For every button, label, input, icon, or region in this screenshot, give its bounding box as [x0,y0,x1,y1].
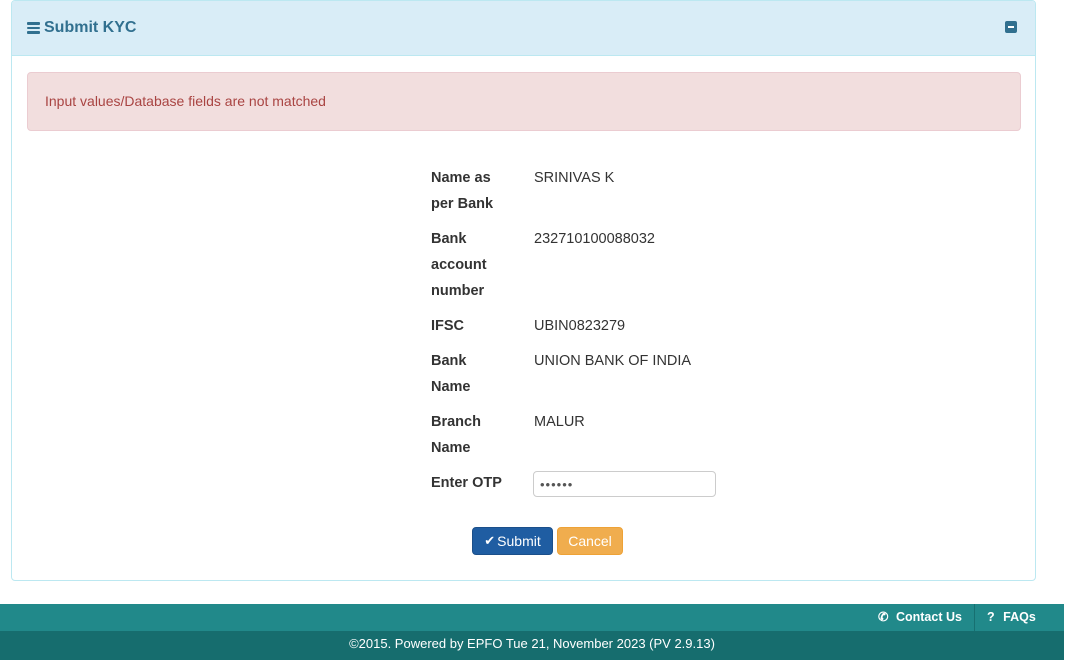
copyright-bar: ©2015. Powered by EPFO Tue 21, November … [0,631,1064,660]
minus-square-icon[interactable] [1005,21,1017,33]
label-line: Name [431,379,471,395]
cancel-button[interactable]: Cancel [557,527,623,555]
phone-icon: ✆ [878,610,889,624]
label-bank-account-number: Bank account number [431,226,511,304]
faqs-link[interactable]: ? FAQs [987,604,1036,631]
label-line: Bank [431,353,467,369]
label-enter-otp: Enter OTP [431,475,502,491]
check-icon: ✔ [484,533,496,548]
copyright-text: ©2015. Powered by EPFO Tue 21, November … [349,636,715,651]
value-bank-account-number: 232710100088032 [534,231,655,247]
value-branch-name: MALUR [534,414,585,430]
value-bank-name: UNION BANK OF INDIA [534,353,692,369]
value-name-as-per-bank: SRINIVAS K [534,170,615,186]
error-alert: Input values/Database fields are not mat… [27,72,1021,131]
label-line: account [431,257,487,273]
label-line: number [431,283,485,299]
contact-us-link[interactable]: ✆ Contact Us [878,604,962,631]
label-line: IFSC [431,318,465,334]
label-line: per Bank [431,196,494,212]
panel-title: Submit KYC [44,19,137,36]
question-icon: ? [987,610,995,624]
panel-heading: Submit KYC [12,1,1035,56]
submit-button[interactable]: ✔ Submit [472,527,553,555]
faqs-label: FAQs [1003,610,1036,624]
panel-title-wrap: Submit KYC [27,19,136,37]
submit-label: Submit [497,533,541,549]
contact-us-label: Contact Us [895,610,962,624]
label-line: Branch [431,414,481,430]
kyc-panel: Submit KYC Input values/Database fields … [11,0,1036,581]
label-ifsc: IFSC [431,313,511,339]
label-line: Name as [431,170,491,186]
footer-links-bar: ✆ Contact Us ? FAQs [0,604,1064,631]
alert-message: Input values/Database fields are not mat… [45,93,326,109]
label-bank-name: Bank Name [431,348,511,400]
label-line: Bank [431,231,467,247]
footer-divider [974,604,975,631]
label-line: Name [431,440,471,456]
page-edge [1064,604,1080,660]
otp-input[interactable] [533,471,716,497]
value-ifsc: UBIN0823279 [534,318,626,334]
label-branch-name: Branch Name [431,409,511,461]
label-name-as-per-bank: Name as per Bank [431,165,511,217]
bars-icon [27,20,40,36]
